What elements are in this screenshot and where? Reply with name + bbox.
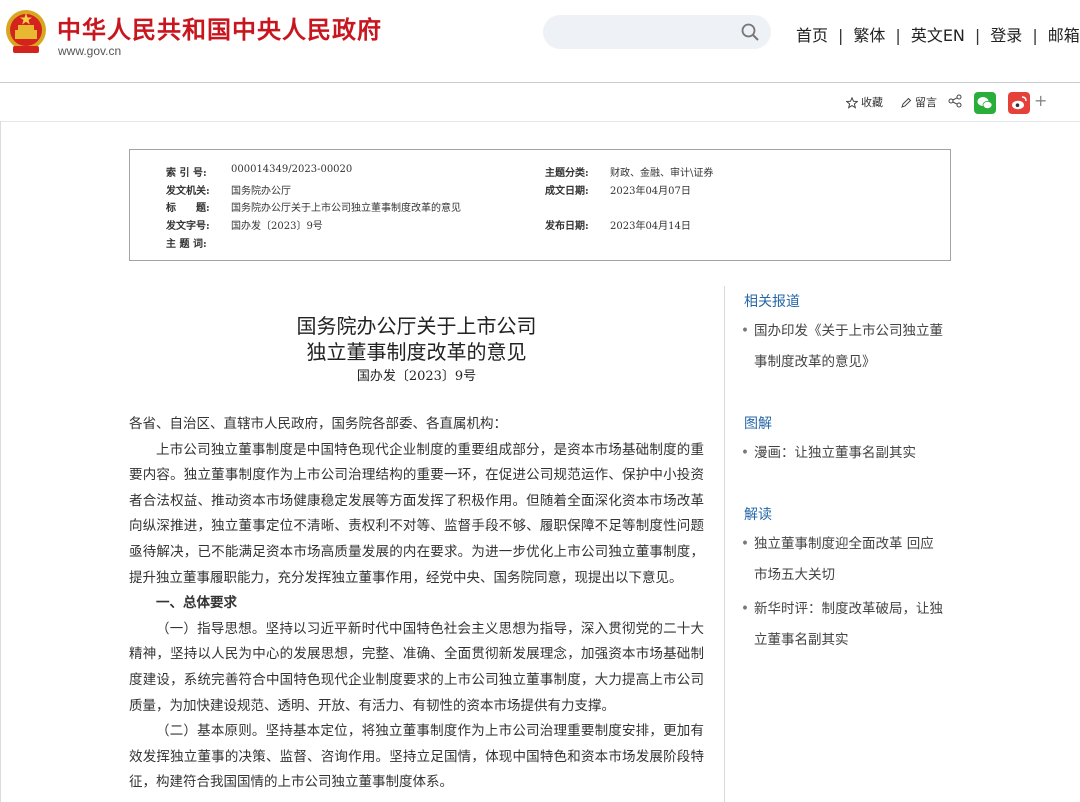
title-value: 国务院办公厅关于上市公司独立董事制度改革的意见 [231, 203, 461, 214]
interpretation-link[interactable]: • 独立董事制度迎全面改革 回应市场五大关切 [741, 529, 946, 591]
topic-label: 主题分类: [545, 168, 589, 179]
article-title-line2: 独立董事制度改革的意见 [306, 340, 527, 364]
nav-login[interactable]: 登录 [990, 26, 1022, 45]
written-date-value: 2023年04月07日 [610, 186, 691, 197]
section-heading: 一、总体要求 [156, 595, 237, 612]
graphic-heading[interactable]: 图解 [744, 413, 772, 433]
title-label: 标 题: [166, 203, 210, 214]
article-body: 各省、自治区、直辖市人民政府，国务院各部委、各直属机构： 上市公司独立董事制度是… [129, 412, 704, 796]
issuer-label: 发文机关: [166, 186, 210, 197]
docno-value: 国办发〔2023〕9号 [231, 221, 323, 232]
favorite-label: 收藏 [861, 96, 883, 109]
index-value: 000014349/2023-00020 [231, 164, 353, 175]
interpretation-link[interactable]: • 新华时评：制度改革破局，让独立董事名副其实 [741, 594, 946, 656]
sidebar: 相关报道 • 国办印发《关于上市公司独立董事制度改革的意见》 图解 • 漫画：让… [724, 286, 965, 802]
publish-date-value: 2023年04月14日 [610, 221, 691, 232]
bullet-icon: • [741, 536, 749, 552]
index-label: 索 引 号: [166, 168, 207, 179]
search-input[interactable] [557, 22, 741, 44]
search-icon[interactable] [741, 23, 759, 41]
document-metadata: 索 引 号: 000014349/2023-00020 主题分类: 财政、金融、… [129, 149, 951, 261]
written-date-label: 成文日期: [545, 186, 589, 197]
topic-value: 财政、金融、审计\证券 [610, 168, 714, 179]
interpretation-heading[interactable]: 解读 [744, 504, 772, 524]
bullet-icon: • [741, 323, 749, 339]
salutation: 各省、自治区、直辖市人民政府，国务院各部委、各直属机构： [129, 416, 507, 432]
comment-label: 留言 [915, 96, 937, 109]
nav-traditional[interactable]: 繁体 [853, 26, 885, 45]
nav-english[interactable]: 英文EN [911, 26, 965, 45]
article-doc-number: 国办发〔2023〕9号 [356, 369, 477, 384]
article-title-line1: 国务院办公厅关于上市公司 [296, 314, 537, 338]
star-icon [846, 97, 858, 109]
weibo-icon [1012, 96, 1027, 110]
top-nav: 首页 | 繁体 | 英文EN | 登录 | 邮箱 [796, 26, 1080, 45]
site-url[interactable]: www.gov.cn [58, 44, 121, 58]
publish-date-label: 发布日期: [545, 221, 589, 232]
share-icon[interactable] [948, 94, 962, 108]
comment-button[interactable]: 留言 [900, 94, 937, 110]
national-emblem-icon[interactable] [4, 8, 48, 56]
search-box[interactable] [543, 15, 771, 49]
paragraph: 上市公司独立董事制度是中国特色现代企业制度的重要组成部分，是资本市场基础制度的重… [129, 441, 704, 586]
issuer-value: 国务院办公厅 [231, 186, 291, 197]
nav-mail[interactable]: 邮箱 [1048, 26, 1080, 45]
wechat-icon [977, 97, 993, 109]
paragraph: （二）基本原则。坚持基本定位，将独立董事制度作为上市公司治理重要制度安排，更加有… [129, 723, 704, 791]
paragraph: （一）指导思想。坚持以习近平新时代中国特色社会主义思想为指导，深入贯彻党的二十大… [129, 620, 704, 714]
docno-label: 发文字号: [166, 221, 210, 232]
weibo-share-button[interactable] [1008, 92, 1030, 114]
site-name[interactable]: 中华人民共和国中央人民政府 [57, 10, 382, 45]
more-share-button[interactable]: + [1034, 91, 1047, 110]
bullet-icon: • [741, 445, 749, 461]
bullet-icon: • [741, 601, 749, 617]
wechat-share-button[interactable] [974, 92, 996, 114]
site-header: 中华人民共和国中央人民政府 www.gov.cn 首页 | 繁体 | 英文EN | 登录 | 邮… [0, 0, 1080, 83]
article-toolbar: 收藏 留言 + [0, 83, 1080, 122]
related-reports-heading[interactable]: 相关报道 [744, 291, 800, 311]
pencil-icon [901, 97, 912, 108]
related-report-link[interactable]: • 国办印发《关于上市公司独立董事制度改革的意见》 [741, 316, 946, 378]
graphic-link[interactable]: • 漫画：让独立董事名副其实 [741, 438, 946, 469]
favorite-button[interactable]: 收藏 [846, 94, 883, 110]
nav-home[interactable]: 首页 [796, 26, 828, 45]
keywords-label: 主 题 词: [166, 239, 207, 250]
